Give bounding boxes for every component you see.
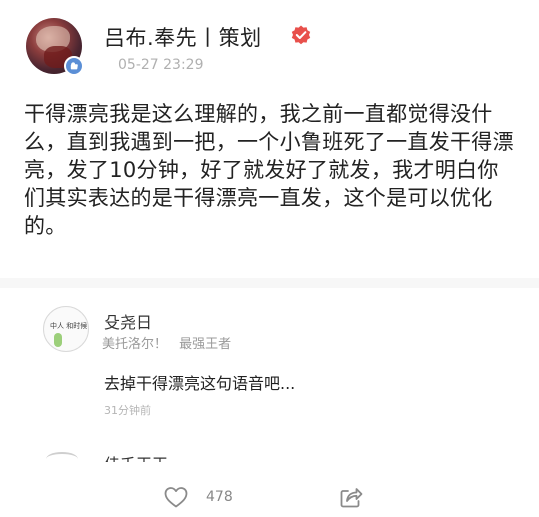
comment-text: 去掉干得漂亮这句语音吧... [104,374,296,393]
post-timestamp: 05-27 23:29 [118,57,204,73]
next-comment-author-name[interactable]: 佳禾王王 [104,454,168,462]
comment-title-tag: 美托洛尔！ [102,337,168,352]
commenter-avatar[interactable]: 中人 和时候 [43,306,89,352]
next-commenter-avatar[interactable] [46,452,78,466]
post-body-text: 干得漂亮我是这么理解的，我之前一直都觉得没什么，直到我遇到一把，一个小鲁班死了一… [24,102,514,238]
post-detail-screen: 吕布.奉先丨策划 05-27 23:29 干得漂亮我是这么理解的，我之前一直都觉… [0,0,539,517]
like-count: 478 [206,489,233,505]
heart-outline-icon[interactable] [163,485,189,509]
comment-timestamp: 31分钟前 [104,404,151,417]
action-bar: 478 [0,466,539,517]
avatar-doodle-text: 中人 和时候 [50,322,88,330]
comment-author-name[interactable]: 殳尧日 [104,309,152,333]
verified-badge-icon [64,56,84,76]
author-name[interactable]: 吕布.奉先丨策划 [104,22,262,52]
comment-author-titles: 美托洛尔！ 最强王者 [102,333,239,352]
avatar-doodle-figure [54,333,62,347]
share-arrow-icon[interactable] [338,484,364,510]
author-avatar[interactable] [26,18,84,76]
comment-title-tag: 最强王者 [179,337,232,352]
red-verified-icon [291,25,311,45]
section-divider [0,278,539,288]
